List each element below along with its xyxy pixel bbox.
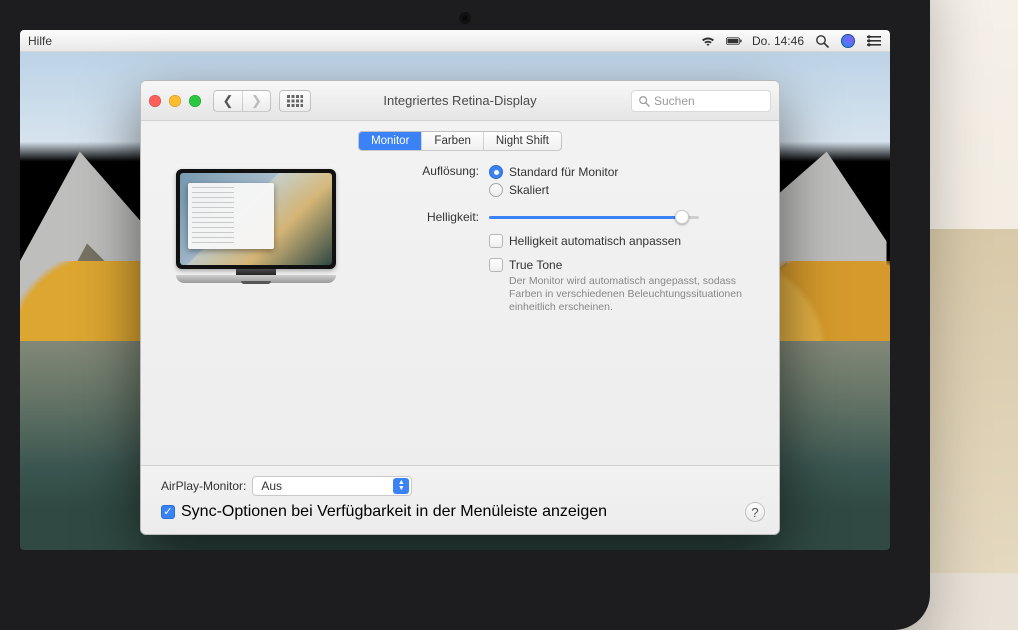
show-all-button[interactable] (279, 90, 311, 112)
preferences-window: ❮ ❯ Integriertes Retina-Display Monitor … (140, 80, 780, 535)
tab-farben[interactable]: Farben (421, 132, 482, 150)
search-field[interactable] (631, 90, 771, 112)
true-tone-checkbox[interactable]: True Tone (489, 257, 759, 273)
screen: Hilfe Do. 14:46 (20, 30, 890, 550)
wifi-icon[interactable] (700, 33, 716, 49)
sync-options-checkbox[interactable]: Sync-Optionen bei Verfügbarkeit in der M… (161, 504, 759, 520)
close-button[interactable] (149, 95, 161, 107)
brightness-slider[interactable] (489, 209, 699, 225)
menu-hilfe[interactable]: Hilfe (28, 34, 52, 48)
menubar: Hilfe Do. 14:46 (20, 30, 890, 52)
forward-button[interactable]: ❯ (242, 91, 270, 111)
display-graphic (176, 169, 336, 283)
resolution-scaled-radio[interactable]: Skaliert (489, 181, 759, 199)
resolution-scaled-label: Skaliert (509, 181, 549, 199)
airplay-value: Aus (261, 479, 282, 493)
tab-bar: Monitor Farben Night Shift (358, 131, 562, 151)
menubar-clock[interactable]: Do. 14:46 (752, 34, 804, 48)
window-title: Integriertes Retina-Display (383, 93, 536, 108)
titlebar: ❮ ❯ Integriertes Retina-Display (141, 81, 779, 121)
airplay-popup[interactable]: Aus ▲▼ (252, 476, 412, 496)
airplay-label: AirPlay-Monitor: (161, 479, 246, 493)
camera-dot (461, 14, 469, 22)
siri-icon[interactable] (840, 33, 856, 49)
battery-icon[interactable] (726, 33, 742, 49)
true-tone-label: True Tone (509, 257, 562, 273)
back-button[interactable]: ❮ (214, 91, 242, 111)
spotlight-icon[interactable] (814, 33, 830, 49)
minimize-button[interactable] (169, 95, 181, 107)
tab-night-shift[interactable]: Night Shift (483, 132, 561, 150)
auto-brightness-label: Helligkeit automatisch anpassen (509, 233, 681, 249)
search-icon (638, 95, 650, 107)
popup-arrows-icon: ▲▼ (393, 478, 409, 494)
true-tone-hint: Der Monitor wird automatisch angepasst, … (509, 275, 759, 314)
brightness-label: Helligkeit: (369, 209, 489, 224)
zoom-button[interactable] (189, 95, 201, 107)
resolution-standard-label: Standard für Monitor (509, 163, 618, 181)
search-input[interactable] (654, 94, 764, 108)
resolution-label: Auflösung: (369, 163, 489, 178)
nav-back-forward: ❮ ❯ (213, 90, 271, 112)
auto-brightness-checkbox[interactable]: Helligkeit automatisch anpassen (489, 233, 759, 249)
tab-monitor[interactable]: Monitor (359, 132, 421, 150)
resolution-standard-radio[interactable]: Standard für Monitor (489, 163, 759, 181)
laptop-frame: Hilfe Do. 14:46 (0, 0, 930, 573)
notification-center-icon[interactable] (866, 33, 882, 49)
help-button[interactable]: ? (745, 502, 765, 522)
sync-options-label: Sync-Optionen bei Verfügbarkeit in der M… (181, 504, 607, 520)
